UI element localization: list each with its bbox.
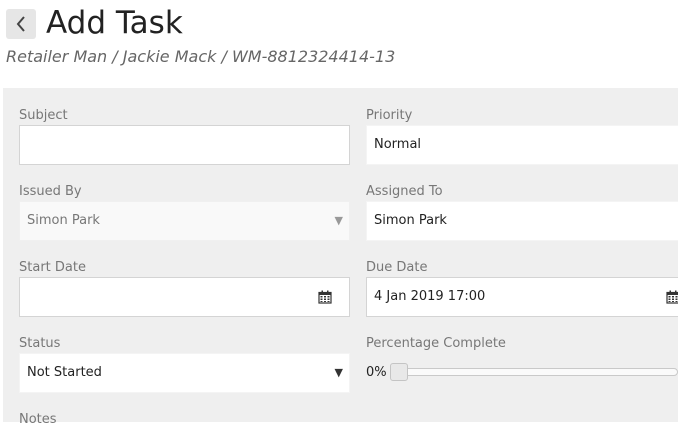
- percentage-slider-track[interactable]: [398, 368, 678, 376]
- status-label: Status: [19, 336, 61, 351]
- assigned-to-value: Simon Park: [374, 213, 447, 228]
- subject-label: Subject: [19, 108, 68, 123]
- due-date-input[interactable]: 4 Jan 2019 17:00: [366, 277, 678, 317]
- caret-down-icon: ▼: [334, 214, 343, 227]
- calendar-icon[interactable]: [318, 290, 332, 304]
- percentage-value: 0%: [366, 365, 387, 380]
- percentage-slider-handle[interactable]: [390, 363, 408, 381]
- assigned-to-label: Assigned To: [366, 184, 443, 199]
- status-value: Not Started: [27, 365, 102, 380]
- issued-by-label: Issued By: [19, 184, 82, 199]
- priority-value: Normal: [374, 137, 422, 152]
- start-date-label: Start Date: [19, 260, 86, 275]
- due-date-value: 4 Jan 2019 17:00: [374, 289, 486, 304]
- page-title: Add Task: [46, 5, 183, 41]
- breadcrumb: Retailer Man / Jackie Mack / WM-88123244…: [6, 47, 396, 66]
- status-select[interactable]: Not Started ▼: [19, 353, 350, 393]
- start-date-input[interactable]: [19, 277, 350, 317]
- priority-select[interactable]: Normal: [366, 125, 678, 165]
- caret-down-icon: ▼: [334, 366, 343, 379]
- back-button[interactable]: [6, 9, 36, 39]
- issued-by-select[interactable]: Simon Park ▼: [19, 201, 350, 241]
- assigned-to-select[interactable]: Simon Park: [366, 201, 678, 241]
- subject-input[interactable]: [19, 125, 350, 165]
- calendar-icon[interactable]: [666, 290, 678, 304]
- chevron-left-icon: [16, 16, 25, 32]
- notes-label: Notes: [19, 412, 57, 427]
- issued-by-value: Simon Park: [27, 213, 100, 228]
- priority-label: Priority: [366, 108, 413, 123]
- percentage-label: Percentage Complete: [366, 336, 506, 351]
- due-date-label: Due Date: [366, 260, 428, 275]
